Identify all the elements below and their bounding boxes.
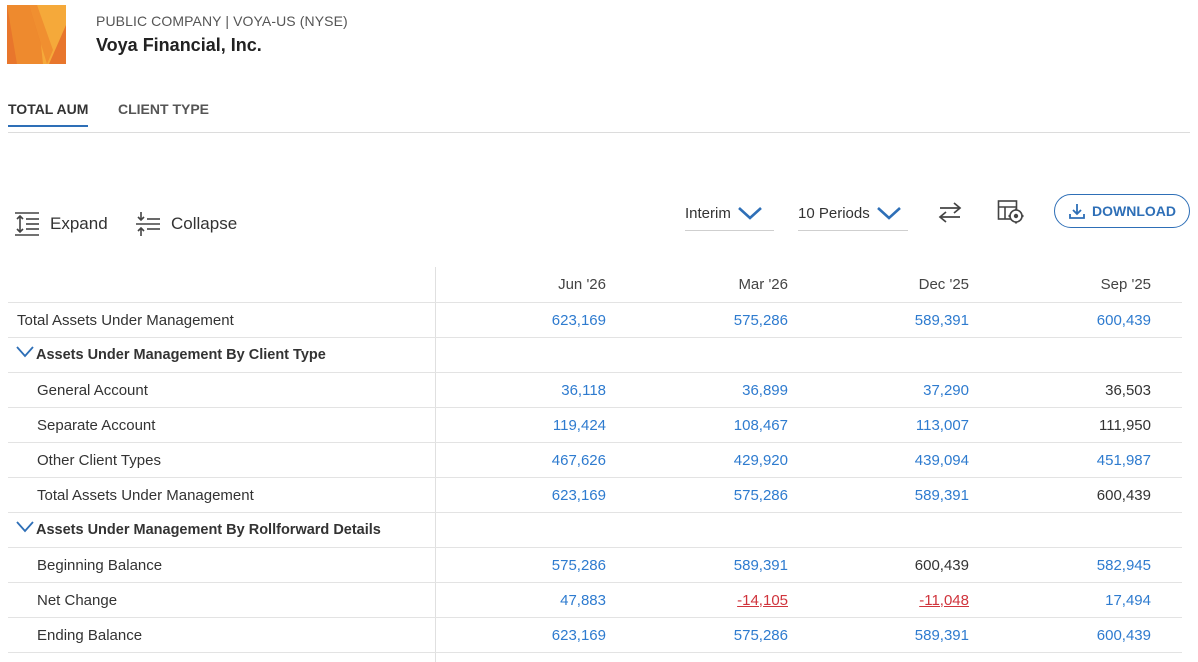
value-cell: 36,503 (1105, 381, 1151, 399)
table-settings-icon[interactable] (997, 199, 1025, 225)
table-row: Beginning Balance 575,286 589,391 600,439 58… (8, 548, 1182, 583)
value-cell[interactable]: 575,286 (628, 303, 788, 337)
value-cell[interactable]: 600,439 (991, 303, 1151, 337)
table-row: Total Assets Under Management 623,169 575,… (8, 478, 1182, 513)
company-logo (7, 5, 66, 64)
value-cell[interactable]: 623,169 (446, 478, 606, 512)
row-label: Ending Balance (37, 626, 143, 644)
column-header-2[interactable]: Dec '25 (809, 267, 969, 302)
row-label: General Account (37, 381, 148, 399)
expand-button[interactable]: Expand (14, 211, 108, 237)
value-cell: 600,439 (914, 556, 969, 574)
value-cell: 111,950 (1099, 416, 1151, 434)
company-name: Voya Financial, Inc. (96, 35, 262, 55)
value-cell[interactable]: 108,467 (628, 408, 788, 442)
column-header-0[interactable]: Jun '26 (446, 267, 606, 302)
tab-client-type[interactable]: CLIENT TYPE (118, 101, 209, 125)
section-row[interactable]: Assets Under Management By Client Type (8, 338, 1182, 373)
tab-total-aum[interactable]: TOTAL AUM (8, 101, 89, 127)
value-cell[interactable]: 119,424 (446, 408, 606, 442)
row-label: Total Assets Under Management (37, 486, 254, 504)
value-cell[interactable]: 589,391 (809, 478, 969, 512)
section-title: Assets Under Management By Client Type (36, 347, 326, 363)
value-cell[interactable]: 589,391 (809, 303, 969, 337)
aum-data-grid: Jun '26 Mar '26 Dec '25 Sep '25 Total Assets… (8, 267, 1182, 653)
table-row: Total Assets Under Management 623,169 575,… (8, 303, 1182, 338)
table-row: Net Change 47,883 -14,105 -11,048 17,494 (8, 583, 1182, 618)
chevron-down-icon[interactable] (16, 346, 34, 358)
chevron-down-icon[interactable] (16, 521, 34, 533)
period-count-value: 10 Periods (798, 204, 870, 222)
value-cell[interactable]: 582,945 (991, 548, 1151, 582)
row-label: Net Change (37, 591, 118, 609)
column-header-3[interactable]: Sep '25 (991, 267, 1151, 302)
value-cell[interactable]: 623,169 (446, 618, 606, 652)
value-cell[interactable]: 600,439 (991, 618, 1151, 652)
value-cell[interactable]: 17,494 (991, 583, 1151, 617)
row-label: Total Assets Under Management (17, 311, 234, 329)
expand-label: Expand (50, 214, 108, 233)
value-cell[interactable]: 589,391 (628, 548, 788, 582)
value-cell[interactable]: 47,883 (446, 583, 606, 617)
value-cell[interactable]: 36,118 (446, 373, 606, 407)
period-count-select[interactable]: 10 Periods (798, 196, 908, 231)
value-cell[interactable]: 37,290 (809, 373, 969, 407)
tab-bar: TOTAL AUM CLIENT TYPE (8, 101, 1190, 133)
chevron-down-icon (876, 207, 901, 220)
row-label: Beginning Balance (37, 556, 163, 574)
swap-columns-icon[interactable] (938, 200, 962, 224)
value-cell[interactable]: 575,286 (446, 548, 606, 582)
value-cell[interactable]: 575,286 (628, 478, 788, 512)
collapse-label: Collapse (171, 214, 238, 233)
column-header-1[interactable]: Mar '26 (628, 267, 788, 302)
collapse-button[interactable]: Collapse (135, 211, 237, 237)
value-cell[interactable]: -11,048 (809, 583, 969, 617)
period-type-value: Interim (685, 204, 731, 222)
value-cell[interactable]: 113,007 (809, 408, 969, 442)
table-row: Other Client Types 467,626 429,920 439,094 4… (8, 443, 1182, 478)
row-label: Other Client Types (37, 451, 161, 469)
company-type-line: PUBLIC COMPANY | VOYA-US (NYSE) (96, 13, 348, 29)
table-row: Separate Account 119,424 108,467 113,007 111… (8, 408, 1182, 443)
table-row: General Account 36,118 36,899 37,290 36,503 (8, 373, 1182, 408)
section-title: Assets Under Management By Rollforward D… (36, 522, 381, 538)
value-cell[interactable]: -14,105 (628, 583, 788, 617)
value-cell[interactable]: 589,391 (809, 618, 969, 652)
chevron-down-icon (737, 207, 762, 220)
value-cell[interactable]: 575,286 (628, 618, 788, 652)
expand-icon (15, 212, 39, 236)
section-row[interactable]: Assets Under Management By Rollforward D… (8, 513, 1182, 548)
download-button[interactable]: DOWNLOAD (1054, 194, 1190, 228)
row-label: Separate Account (37, 416, 156, 434)
section-header-label[interactable]: Assets Under Management By Client Type (16, 338, 326, 372)
download-label: DOWNLOAD (1092, 203, 1176, 219)
value-cell: 600,439 (1096, 486, 1151, 504)
value-cell[interactable]: 451,987 (991, 443, 1151, 477)
value-cell[interactable]: 623,169 (446, 303, 606, 337)
section-header-label[interactable]: Assets Under Management By Rollforward D… (16, 513, 381, 547)
value-cell[interactable]: 439,094 (809, 443, 969, 477)
download-icon (1069, 204, 1085, 219)
value-cell[interactable]: 467,626 (446, 443, 606, 477)
collapse-icon (136, 212, 160, 236)
value-cell[interactable]: 36,899 (628, 373, 788, 407)
table-row: Ending Balance 623,169 575,286 589,391 600,4… (8, 618, 1182, 653)
period-type-select[interactable]: Interim (685, 196, 774, 231)
value-cell[interactable]: 429,920 (628, 443, 788, 477)
table-header-row: Jun '26 Mar '26 Dec '25 Sep '25 (8, 267, 1182, 303)
